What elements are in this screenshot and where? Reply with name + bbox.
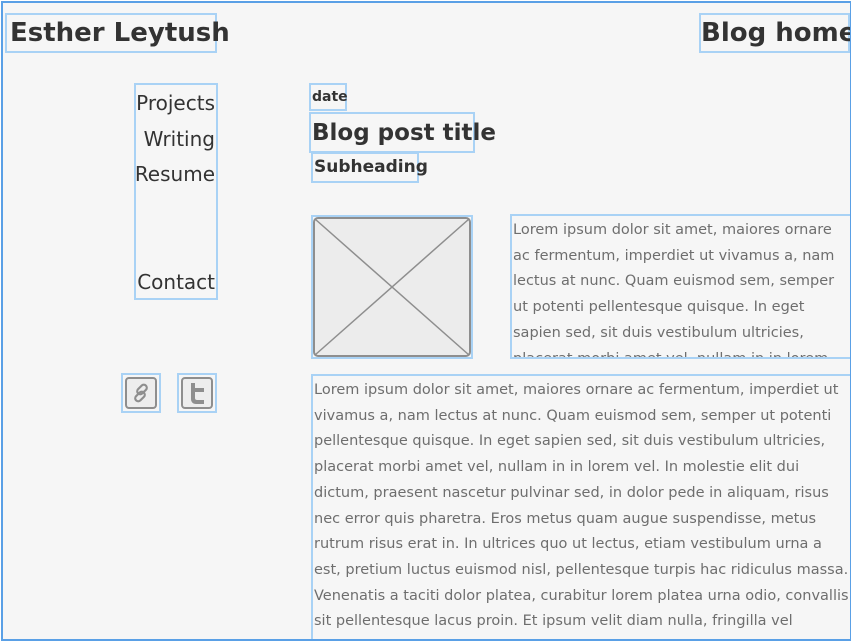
- site-name[interactable]: Esther Leytush: [5, 13, 230, 53]
- twitter-icon: [181, 377, 213, 409]
- nav-menu: Projects Writing Resume Contact: [134, 83, 218, 300]
- nav-item-projects[interactable]: Projects: [136, 91, 215, 115]
- page-canvas: Esther Leytush Blog home Projects Writin…: [1, 1, 851, 641]
- nav-item-contact[interactable]: Contact: [137, 270, 215, 294]
- image-placeholder: [311, 215, 473, 359]
- post-date: date: [309, 83, 348, 111]
- nav-item-writing[interactable]: Writing: [144, 127, 215, 151]
- post-subheading: Subheading: [311, 152, 428, 183]
- link-icon: [125, 377, 157, 409]
- nav-item-resume[interactable]: Resume: [135, 162, 215, 186]
- twitter-button[interactable]: [177, 373, 217, 413]
- link-button[interactable]: [121, 373, 161, 413]
- post-title: Blog post title: [309, 112, 496, 153]
- post-side-text: Lorem ipsum dolor sit amet, maiores orna…: [510, 214, 850, 359]
- post-body-text: Lorem ipsum dolor sit amet, maiores orna…: [311, 374, 850, 639]
- blog-home-link[interactable]: Blog home: [699, 13, 850, 53]
